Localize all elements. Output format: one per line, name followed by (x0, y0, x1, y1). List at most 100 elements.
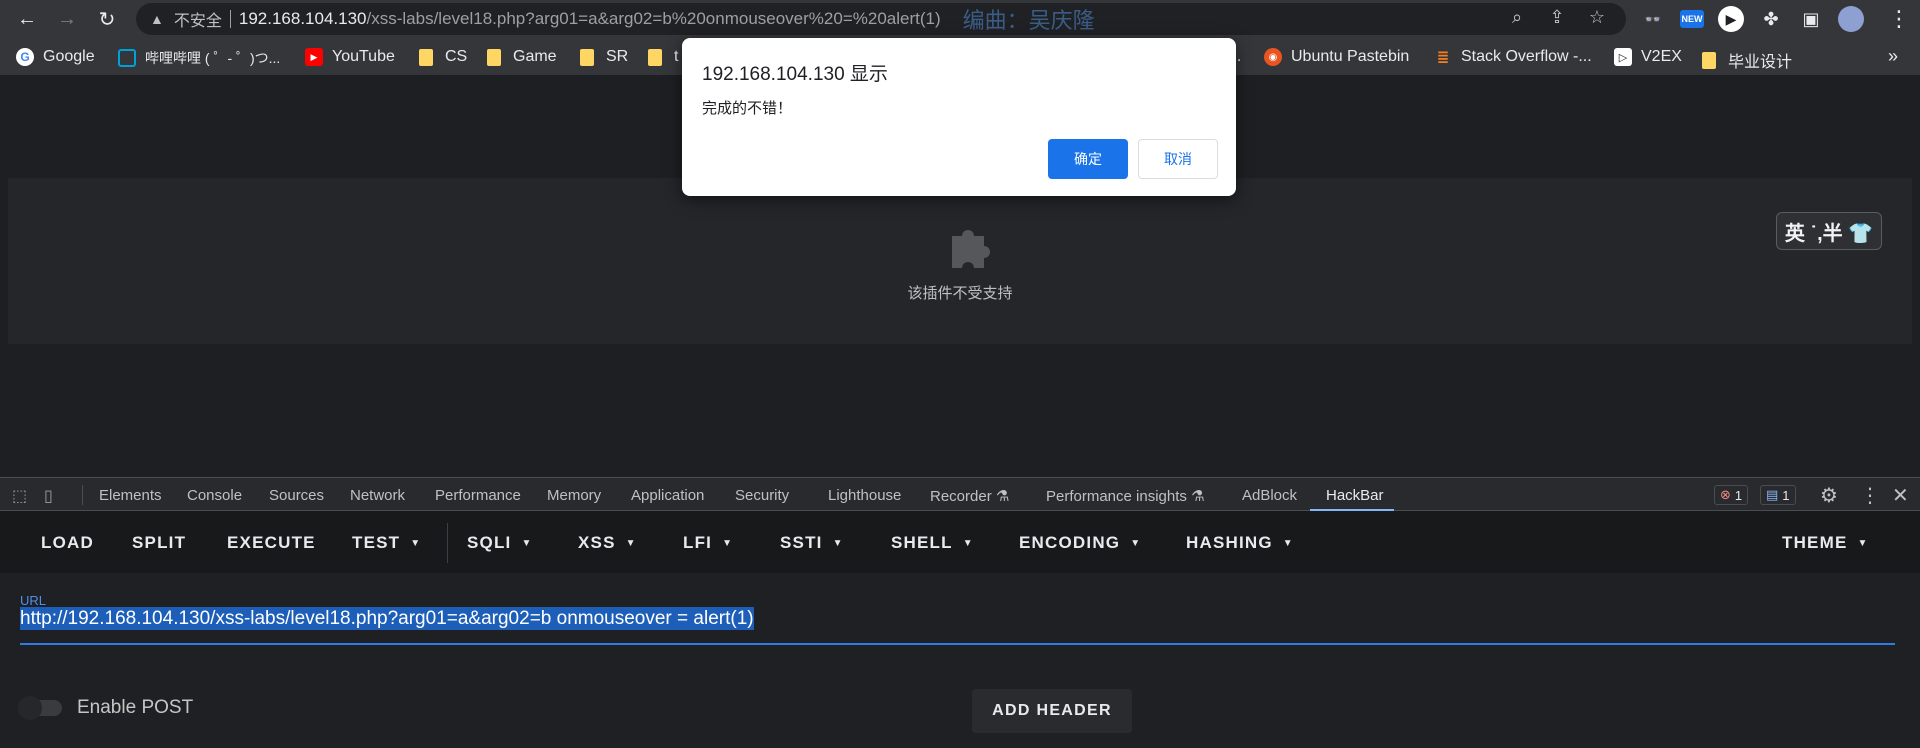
devtools-divider (82, 485, 83, 505)
message-count: 1 (1782, 487, 1790, 503)
ssti-dropdown[interactable]: SSTI ▼ (780, 533, 844, 553)
profile-avatar[interactable] (1838, 6, 1864, 32)
extension-glasses-icon[interactable]: 👓 (1640, 6, 1666, 32)
menu-label: EXECUTE (227, 533, 316, 552)
insecure-label[interactable]: 不安全 (174, 7, 222, 31)
bookmark-label: Ubuntu Pastebin (1291, 48, 1410, 65)
enable-post-label: Enable POST (77, 697, 194, 718)
theme-dropdown[interactable]: THEME ▼ (1782, 533, 1869, 553)
bookmark-folder-game[interactable]: Game (487, 48, 557, 66)
tab-lighthouse[interactable]: Lighthouse (828, 487, 901, 504)
bookmark-stackoverflow[interactable]: ≣ Stack Overflow -... (1434, 48, 1592, 66)
caret-down-icon: ▼ (410, 538, 422, 550)
tab-sources[interactable]: Sources (269, 487, 324, 504)
error-count: 1 (1734, 487, 1743, 503)
bookmark-ubuntu-pastebin[interactable]: ◉ Ubuntu Pastebin (1264, 48, 1409, 66)
caret-down-icon: ▼ (832, 538, 844, 550)
bookmark-label: Stack Overflow -... (1461, 48, 1592, 65)
folder-icon (419, 48, 433, 66)
tab-console[interactable]: Console (187, 487, 242, 504)
tab-network[interactable]: Network (350, 487, 405, 504)
ime-status-indicator[interactable]: 英 ˙,半 👕 (1776, 212, 1882, 250)
bilibili-icon (118, 49, 136, 67)
bookmark-folder-sr[interactable]: SR (580, 48, 628, 66)
devtools-tab-bar: ⬚ ▯ Elements Console Sources Network Per… (0, 477, 1920, 511)
bookmark-star-icon[interactable]: ☆ (1586, 7, 1608, 28)
add-header-button[interactable]: ADD HEADER (972, 689, 1132, 733)
youtube-icon: ▶ (305, 48, 323, 66)
bookmark-v2ex[interactable]: ▷ V2EX (1614, 48, 1682, 66)
settings-gear-icon[interactable]: ⚙ (1820, 483, 1838, 508)
extensions-puzzle-icon[interactable]: ✤ (1758, 6, 1784, 32)
bookmark-youtube[interactable]: ▶ YouTube (305, 48, 395, 66)
sqli-dropdown[interactable]: SQLI ▼ (467, 533, 533, 553)
caret-down-icon: ▼ (962, 538, 974, 550)
caret-down-icon: ▼ (1282, 538, 1294, 550)
bookmark-label: V2EX (1641, 48, 1682, 65)
bookmark-label: CS (445, 48, 468, 65)
tab-performance[interactable]: Performance (435, 487, 521, 504)
hackbar-body: URL http://192.168.104.130/xss-labs/leve… (0, 573, 1920, 748)
folder-icon (1702, 51, 1716, 69)
tab-memory[interactable]: Memory (547, 487, 601, 504)
puzzle-plugin-icon (952, 230, 990, 268)
message-count-badge[interactable]: ▤ 1 (1760, 485, 1796, 505)
tab-security[interactable]: Security (735, 487, 789, 504)
dialog-title: 192.168.104.130 显示 (702, 64, 888, 85)
reload-button[interactable]: ↻ (94, 6, 120, 32)
forward-button[interactable]: → (54, 6, 80, 32)
folder-icon (580, 48, 594, 66)
omnibox-divider (229, 10, 231, 28)
address-bar[interactable]: ▲ 不安全 192.168.104.130 /xss-labs/level18.… (136, 3, 1626, 35)
tab-application[interactable]: Application (631, 487, 704, 504)
tab-adblock[interactable]: AdBlock (1242, 487, 1297, 504)
enable-post-toggle[interactable] (18, 696, 62, 720)
tab-recorder[interactable]: Recorder ⚗ (930, 487, 1009, 505)
execute-button[interactable]: EXECUTE (227, 533, 316, 553)
close-devtools-icon[interactable]: ✕ (1892, 483, 1909, 508)
load-button[interactable]: LOAD (41, 533, 94, 553)
url-input-text: http://192.168.104.130/xss-labs/level18.… (20, 607, 754, 630)
split-button[interactable]: SPLIT (132, 533, 186, 553)
tab-performance-insights[interactable]: Performance insights ⚗ (1046, 487, 1205, 505)
side-panel-icon[interactable]: ▣ (1798, 6, 1824, 32)
error-icon: ⊗ (1720, 487, 1731, 502)
lfi-dropdown[interactable]: LFI ▼ (683, 533, 733, 553)
menu-label: TEST (352, 533, 401, 552)
error-count-badge[interactable]: ⊗ 1 (1714, 485, 1749, 505)
shell-dropdown[interactable]: SHELL ▼ (891, 533, 974, 553)
menu-label: SSTI (780, 533, 823, 552)
tab-hackbar[interactable]: HackBar (1326, 487, 1384, 504)
url-path: /xss-labs/level18.php?arg01=a&arg02=b%20… (366, 9, 941, 28)
back-button[interactable]: ← (14, 6, 40, 32)
hashing-dropdown[interactable]: HASHING ▼ (1186, 533, 1294, 553)
menu-label: SHELL (891, 533, 953, 552)
encoding-dropdown[interactable]: ENCODING ▼ (1019, 533, 1141, 553)
test-dropdown[interactable]: TEST ▼ (352, 533, 421, 553)
inspect-element-icon[interactable]: ⬚ (12, 486, 27, 506)
cancel-button[interactable]: 取消 (1138, 139, 1218, 179)
stackoverflow-icon: ≣ (1436, 49, 1450, 66)
caret-down-icon: ▼ (1857, 538, 1869, 550)
device-toolbar-icon[interactable]: ▯ (44, 486, 53, 506)
ok-button[interactable]: 确定 (1048, 139, 1128, 179)
bookmark-bilibili[interactable]: 哔哩哔哩 ( ゜- ゜)つ... (118, 48, 280, 68)
bookmarks-overflow-icon[interactable]: » (1888, 46, 1898, 67)
unsupported-plugin-area: 该插件不受支持 (8, 178, 1912, 344)
bookmark-folder-t[interactable]: t (648, 48, 678, 66)
xss-dropdown[interactable]: XSS ▼ (578, 533, 637, 553)
more-options-icon[interactable]: ⋮ (1860, 483, 1880, 508)
tab-elements[interactable]: Elements (99, 487, 162, 504)
url-input[interactable]: http://192.168.104.130/xss-labs/level18.… (20, 607, 754, 630)
share-icon[interactable]: ⇪ (1546, 7, 1568, 28)
extension-play-icon[interactable]: ▶ (1718, 6, 1744, 32)
zoom-icon[interactable]: ⌕ (1506, 7, 1528, 28)
browser-menu-icon[interactable]: ⋮ (1888, 6, 1910, 32)
bookmark-folder-cs[interactable]: CS (419, 48, 467, 66)
bookmark-folder-graduation[interactable]: 毕业设计 (1702, 48, 1792, 72)
menu-label: HASHING (1186, 533, 1273, 552)
bookmark-google[interactable]: G Google (16, 48, 95, 66)
caret-down-icon: ▼ (625, 538, 637, 550)
bookmark-label: YouTube (332, 48, 395, 65)
extension-new-icon[interactable]: NEW (1680, 10, 1704, 28)
